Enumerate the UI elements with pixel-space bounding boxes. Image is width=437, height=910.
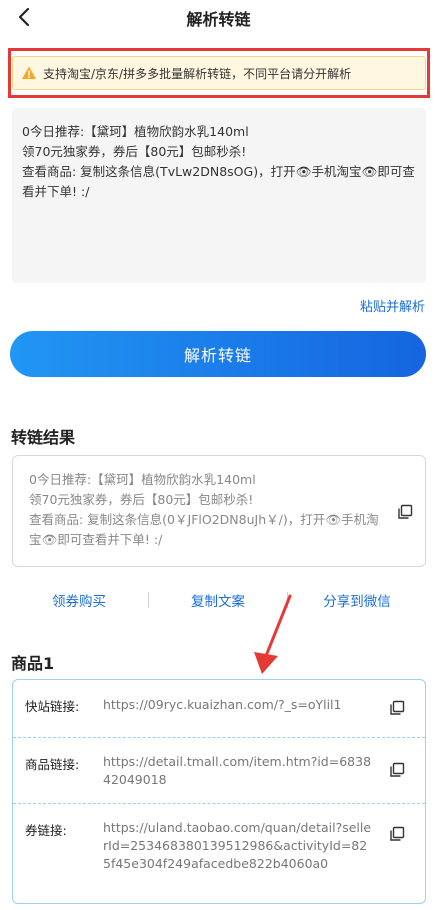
page-title: 解析转链 [186, 10, 251, 29]
share-wechat-button[interactable]: 分享到微信 [288, 590, 426, 610]
copy-icon[interactable] [389, 826, 405, 842]
notice-banner: 支持淘宝/京东/拼多多批量解析转链，不同平台请分开解析 [12, 56, 426, 90]
copy-icon[interactable] [389, 700, 405, 716]
kuaizhan-link: https://09ryc.kuaizhan.com/?_s=oYlil1 [103, 697, 342, 712]
copy-icon[interactable] [397, 504, 413, 520]
goods-row-coupon: 券链接: https://uland.taobao.com/quan/detai… [13, 804, 425, 904]
goods-row-item: 商品链接: https://detail.tmall.com/item.htm?… [13, 738, 425, 804]
result-box: 0今日推荐:【黛珂】植物欣韵水乳140ml 领70元独家券，券后【80元】包邮秒… [12, 455, 426, 567]
goods-row-kuaizhan: 快站链接: https://09ryc.kuaizhan.com/?_s=oYl… [13, 680, 425, 738]
row-label: 券链接: [25, 823, 67, 838]
header-bar: 解析转链 [0, 0, 437, 36]
paste-and-parse-link[interactable]: 粘贴并解析 [360, 296, 425, 315]
input-text: 0今日推荐:【黛珂】植物欣韵水乳140ml 领70元独家券，券后【80元】包邮秒… [22, 124, 415, 199]
item-link: https://detail.tmall.com/item.htm?id=683… [103, 754, 372, 787]
notice-text: 支持淘宝/京东/拼多多批量解析转链，不同平台请分开解析 [43, 66, 352, 81]
buy-with-coupon-button[interactable]: 领券购买 [10, 590, 148, 610]
warning-triangle-icon [22, 66, 36, 79]
coupon-link: https://uland.taobao.com/quan/detail?sel… [103, 820, 372, 871]
link-input-textarea[interactable]: 0今日推荐:【黛珂】植物欣韵水乳140ml 领70元独家券，券后【80元】包邮秒… [12, 108, 426, 283]
copy-icon[interactable] [389, 762, 405, 778]
result-title: 转链结果 [11, 428, 76, 447]
red-arrow-annotation [254, 594, 292, 674]
row-label: 快站链接: [25, 699, 80, 714]
row-label: 商品链接: [25, 757, 80, 772]
goods-title: 商品1 [11, 654, 55, 673]
result-text: 0今日推荐:【黛珂】植物欣韵水乳140ml 领70元独家券，券后【80元】包邮秒… [29, 472, 379, 547]
parse-button[interactable]: 解析转链 [10, 331, 426, 377]
result-actions: 领券购买 复制文案 分享到微信 [10, 588, 426, 612]
goods-card: 快站链接: https://09ryc.kuaizhan.com/?_s=oYl… [12, 679, 426, 904]
